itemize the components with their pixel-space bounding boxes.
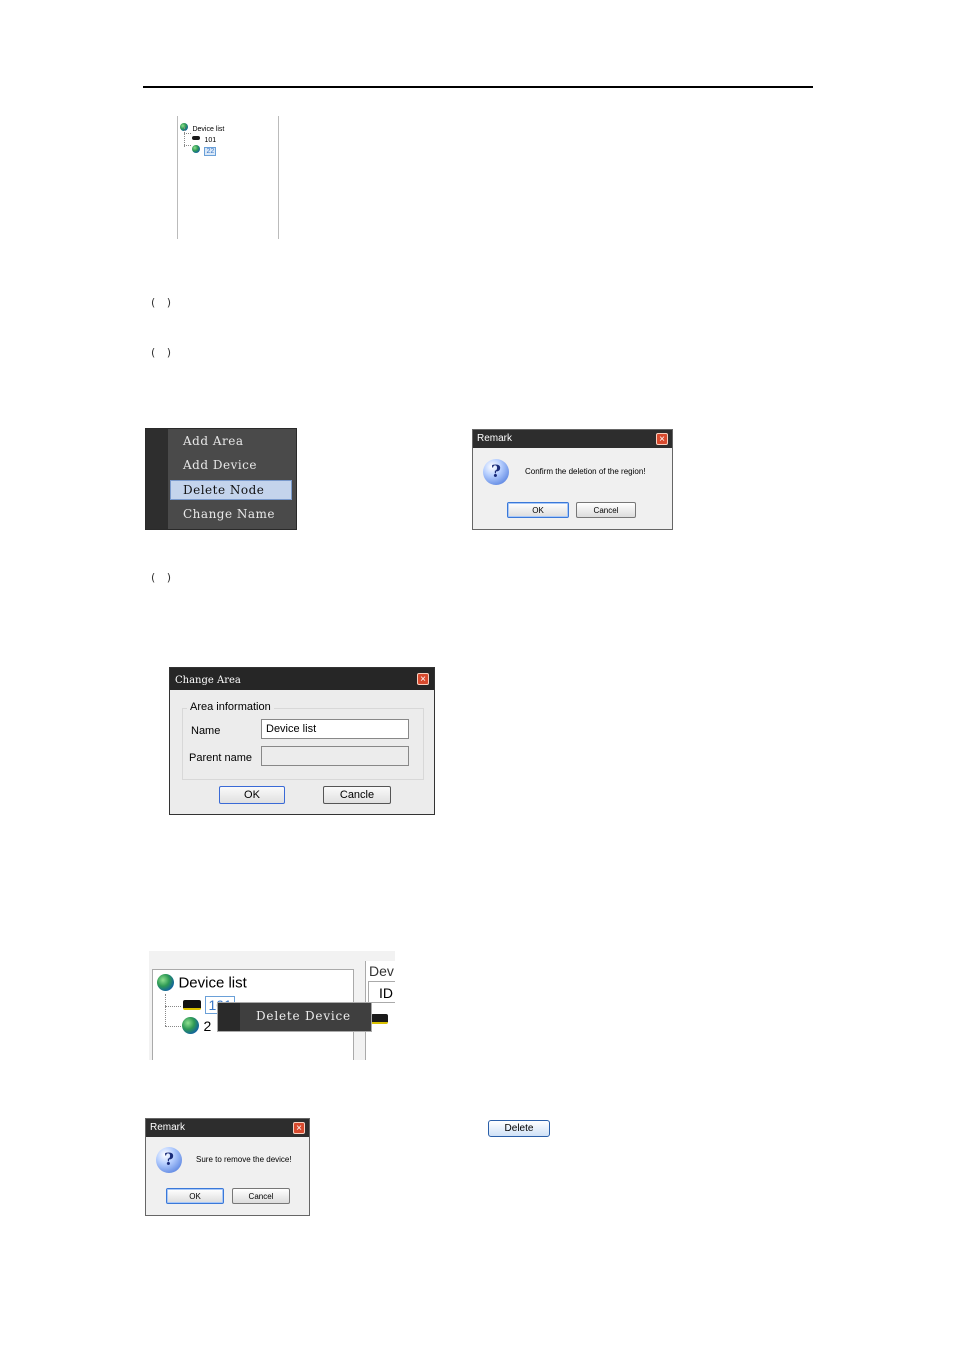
question-icon: ? [156,1147,182,1173]
dialog-message: Confirm the deletion of the region! [525,467,646,476]
menu-item-add-device[interactable]: Add Device [183,458,257,472]
dialog-title: Change Area [170,668,434,690]
globe-icon [157,974,174,992]
paren-marker: ( ) [151,346,176,359]
ok-button[interactable]: OK [166,1188,224,1204]
device-icon [183,999,201,1010]
panel-header: Dev [369,963,394,979]
question-icon: ? [483,459,509,485]
menu-item-delete-node[interactable]: Delete Node [170,480,292,500]
device-tree-panel: Device list 101 22 [177,116,279,239]
tree-context-menu: Add Area Add Device Delete Node Change N… [145,428,297,530]
delete-button[interactable]: Delete [488,1120,550,1137]
group-label: Area information [187,701,274,713]
tree-area-item[interactable]: 22 [192,140,217,158]
device-context-menu: Delete Device [217,1002,372,1032]
close-icon[interactable]: × [656,433,668,445]
ok-button[interactable]: OK [507,502,569,518]
column-header-id[interactable]: ID [368,981,395,1003]
close-icon[interactable]: × [293,1122,305,1134]
tree-root-item[interactable]: Device list [157,974,247,992]
device-icon [371,1014,388,1024]
name-input[interactable]: Device list [261,719,409,739]
tree-root-label: Device list [178,974,247,992]
tree-connector [184,145,191,146]
cancel-button[interactable]: Cancle [323,786,391,804]
menu-icon-strip [218,1003,240,1031]
parent-name-input[interactable] [261,746,409,766]
close-icon[interactable]: × [417,673,429,685]
name-label: Name [191,725,221,737]
parent-name-label: Parent name [189,752,252,764]
tree-area-label: 22 [204,147,217,156]
menu-item-change-name[interactable]: Change Name [183,507,275,521]
dialog-message: Sure to remove the device! [196,1155,292,1164]
menu-icon-strip [146,429,168,529]
globe-icon [182,1017,199,1035]
menu-item-add-area[interactable]: Add Area [183,434,244,448]
tree-connector [184,133,191,134]
paren-marker: ( ) [151,571,176,584]
tree-area-item[interactable]: 2 [182,1017,211,1035]
remark-device-dialog: Remark × ? Sure to remove the device! OK… [145,1118,310,1216]
dialog-title: Remark [146,1119,309,1137]
device-tree-crop: Device list 101 2 Dev ID Delete Device [149,951,395,1060]
cancel-button[interactable]: Cancel [576,502,636,518]
ok-button[interactable]: OK [219,786,285,804]
paren-marker: ( ) [151,296,176,309]
tree-connector [184,127,185,147]
cancel-button[interactable]: Cancel [232,1188,290,1204]
menu-item-delete-device[interactable]: Delete Device [256,1009,351,1023]
dialog-title: Remark [473,430,672,448]
change-area-dialog: Change Area × Area information Name Devi… [169,667,435,815]
header-rule [143,86,813,88]
tree-area-label: 2 [203,1017,212,1034]
tree-connector [165,1026,181,1027]
globe-icon [192,144,200,153]
tree-connector [165,1006,181,1007]
tree-connector [165,994,166,1026]
remark-region-dialog: Remark × ? Confirm the deletion of the r… [472,429,673,530]
